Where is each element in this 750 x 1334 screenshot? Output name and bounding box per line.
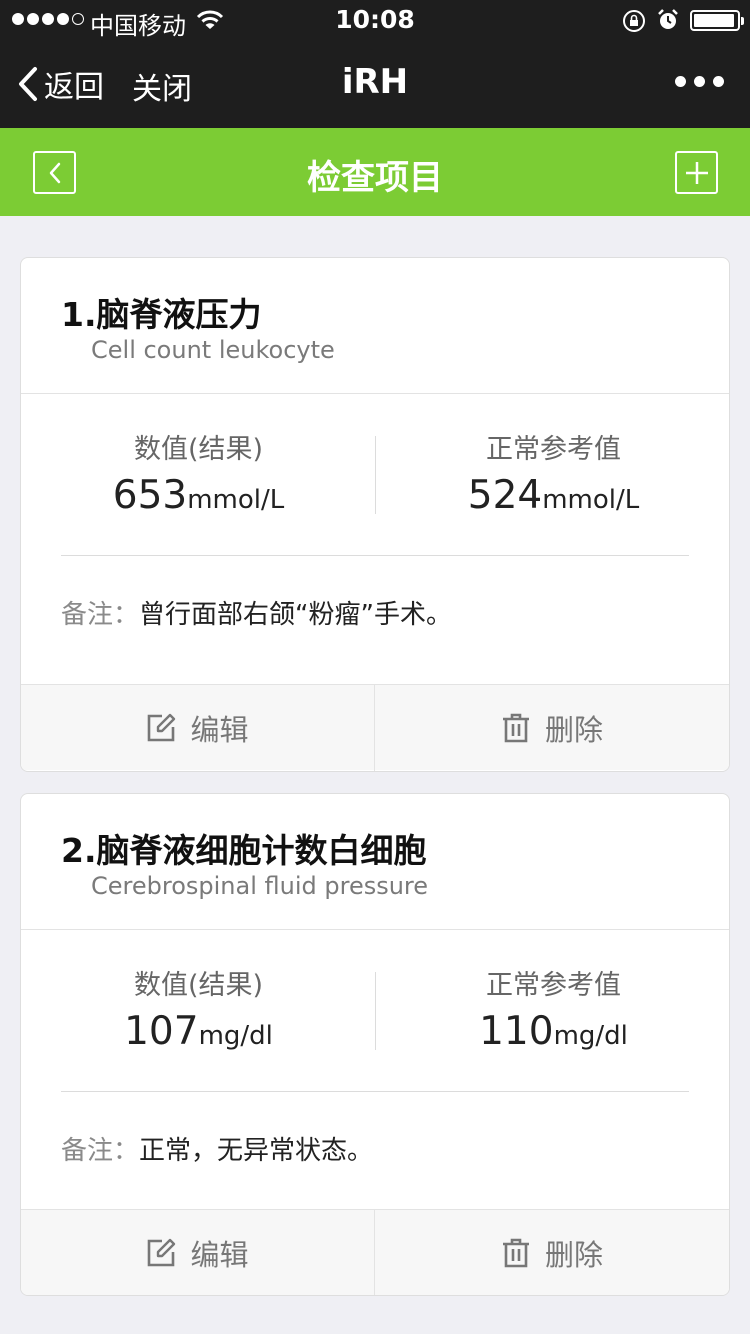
note-section: 备注：正常，无异常状态。 [21, 1092, 729, 1209]
edit-icon [148, 1238, 176, 1267]
add-item-button[interactable] [675, 151, 718, 194]
delete-label: 删除 [544, 713, 603, 747]
exam-item-card: 2.脑脊液细胞计数白细胞 Cerebrospinal fluid pressur… [20, 793, 730, 1296]
result-value: 数值(结果) 653mmol/L [21, 432, 376, 527]
edit-button[interactable]: 编辑 [21, 685, 375, 771]
item-title: 2.脑脊液细胞计数白细胞 [61, 831, 427, 870]
exam-item-card: 1.脑脊液压力 Cell count leukocyte 数值(结果) 653m… [20, 257, 730, 772]
more-dot-icon [713, 76, 724, 87]
more-dot-icon [675, 76, 686, 87]
reference-label: 正常参考值 [486, 434, 621, 465]
reference-label: 正常参考值 [486, 970, 621, 1001]
result-value: 数值(结果) 107mg/dl [21, 968, 376, 1063]
app-title: iRH [341, 62, 409, 102]
note-label: 备注： [61, 1136, 140, 1166]
reference-number: 524 [467, 473, 543, 518]
plus-icon [685, 161, 708, 184]
status-bar: 中国移动 10:08 [0, 0, 750, 40]
reference-value: 正常参考值 110mg/dl [376, 968, 729, 1063]
card-header: 1.脑脊液压力 Cell count leukocyte [21, 258, 729, 394]
card-actions: 编辑 删除 [21, 684, 729, 771]
delete-label: 删除 [544, 1238, 603, 1272]
result-label: 数值(结果) [133, 970, 264, 1001]
orientation-lock-icon [623, 10, 645, 32]
alarm-clock-icon [658, 9, 678, 29]
note-label: 备注： [61, 600, 140, 630]
edit-icon [148, 713, 176, 742]
reference-unit: mg/dl [553, 1021, 628, 1051]
card-actions: 编辑 删除 [21, 1209, 729, 1295]
card-header: 2.脑脊液细胞计数白细胞 Cerebrospinal fluid pressur… [21, 794, 729, 930]
trash-icon [502, 1238, 529, 1268]
item-title: 1.脑脊液压力 [61, 295, 262, 334]
note-text: 正常，无异常状态。 [139, 1136, 374, 1166]
values-section: 数值(结果) 107mg/dl 正常参考值 110mg/dl [21, 930, 729, 1092]
battery-icon [690, 10, 744, 31]
edit-label: 编辑 [190, 713, 249, 747]
reference-number: 110 [479, 1009, 554, 1054]
edit-label: 编辑 [190, 1238, 249, 1272]
reference-value: 正常参考值 524mmol/L [376, 432, 729, 527]
values-section: 数值(结果) 653mmol/L 正常参考值 524mmol/L [21, 394, 729, 556]
more-dot-icon [694, 76, 705, 87]
result-unit: mg/dl [198, 1021, 273, 1051]
result-number: 653 [112, 473, 188, 518]
page-header: 检查项目 [0, 128, 750, 216]
more-options-button[interactable] [675, 76, 724, 87]
result-label: 数值(结果) [133, 434, 264, 465]
item-subtitle: Cerebrospinal fluid pressure [91, 872, 429, 900]
delete-button[interactable]: 删除 [375, 685, 729, 771]
delete-button[interactable]: 删除 [375, 1210, 729, 1295]
note-section: 备注：曾行面部右颌“粉瘤”手术。 [21, 556, 729, 684]
item-subtitle: Cell count leukocyte [91, 336, 335, 364]
result-unit: mmol/L [187, 485, 285, 515]
result-number: 107 [124, 1009, 199, 1054]
page-title: 检查项目 [307, 158, 443, 198]
edit-button[interactable]: 编辑 [21, 1210, 375, 1295]
nav-bar: 返回 关闭 iRH [0, 40, 750, 128]
note-text: 曾行面部右颌“粉瘤”手术。 [139, 600, 452, 630]
trash-icon [502, 713, 529, 743]
reference-unit: mmol/L [542, 485, 640, 515]
